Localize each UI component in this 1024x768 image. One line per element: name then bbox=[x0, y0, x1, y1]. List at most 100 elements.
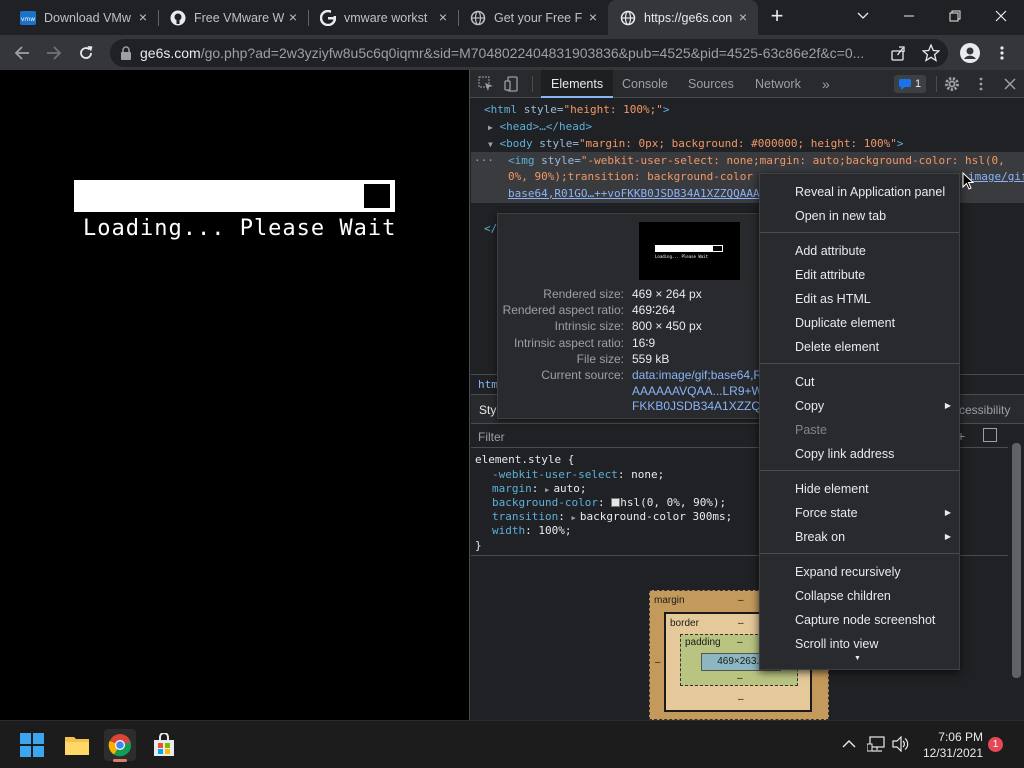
bookmark-button[interactable] bbox=[921, 43, 941, 65]
tab-sources[interactable]: Sources bbox=[678, 70, 744, 98]
tab-network[interactable]: Network bbox=[745, 70, 811, 98]
menu-capture-node-screenshot[interactable]: Capture node screenshot bbox=[760, 608, 959, 632]
url-path: /go.php?ad=2w3yziyfw8u5c6q0iqmr&sid=M704… bbox=[200, 45, 865, 61]
tooltip-value: 469∶264 bbox=[632, 303, 676, 317]
dom-line-body[interactable]: ▼ <body style="margin: 0px; background: … bbox=[488, 137, 903, 150]
tab-ge6s-active[interactable]: https://ge6s.con × bbox=[608, 0, 758, 35]
menu-scroll-into-view[interactable]: Scroll into view bbox=[760, 632, 959, 656]
toggle-sidebar-icon[interactable] bbox=[983, 428, 997, 442]
dom-src-link[interactable]: base64,R01GO…++voFKKB0JSDB34A1XZZQQAAA bbox=[508, 187, 760, 200]
close-icon[interactable]: × bbox=[136, 10, 150, 24]
menu-copy[interactable]: Copy ▶ bbox=[760, 394, 959, 418]
ellipsis-icon[interactable]: ··· bbox=[474, 154, 494, 167]
menu-duplicate-element[interactable]: Duplicate element bbox=[760, 311, 959, 335]
dom-line-img-cont[interactable]: 0%, 90%);transition: background-color bbox=[508, 170, 753, 183]
chrome-taskbar-button[interactable] bbox=[104, 729, 136, 762]
inspect-element-button[interactable] bbox=[478, 76, 494, 92]
breadcrumb[interactable]: htm bbox=[478, 378, 498, 391]
tab-vmware-workstation-search[interactable]: vmware workst × bbox=[308, 0, 458, 35]
devtools-close-button[interactable] bbox=[1002, 76, 1018, 92]
menu-hide-element[interactable]: Hide element bbox=[760, 477, 959, 501]
devtools-settings-button[interactable] bbox=[944, 76, 960, 92]
devtools-menu-button[interactable] bbox=[973, 76, 989, 92]
store-button[interactable] bbox=[148, 729, 180, 761]
tab-search-button[interactable] bbox=[840, 0, 886, 32]
close-icon[interactable]: × bbox=[736, 10, 750, 24]
dom-line-img[interactable]: <img style="-webkit-user-select: none;ma… bbox=[508, 154, 1005, 167]
share-button[interactable] bbox=[890, 45, 906, 64]
box-model-label: margin bbox=[654, 595, 685, 606]
dom-value: 0%, 90%);transition: background-color bbox=[508, 170, 754, 183]
css-prop-value: 100%; bbox=[538, 524, 572, 537]
submenu-arrow-icon: ▶ bbox=[944, 532, 951, 541]
start-button[interactable] bbox=[16, 729, 48, 761]
tab-download-vmware[interactable]: vmw Download VMw × bbox=[8, 0, 158, 35]
css-prop-margin[interactable]: margin: ▶ auto; bbox=[492, 482, 587, 495]
menu-collapse-children[interactable]: Collapse children bbox=[760, 584, 959, 608]
styles-scrollbar[interactable] bbox=[1009, 425, 1024, 720]
filter-input[interactable]: Filter bbox=[478, 430, 505, 444]
tab-title: Free VMware W bbox=[194, 10, 284, 25]
back-button[interactable] bbox=[8, 39, 36, 67]
css-prop-transition[interactable]: transition: ▶ background-color 300ms; bbox=[492, 510, 732, 523]
menu-separator bbox=[760, 470, 959, 471]
menu-cut[interactable]: Cut bbox=[760, 370, 959, 394]
tab-accessibility[interactable]: cessibility bbox=[959, 403, 1010, 417]
close-icon[interactable]: × bbox=[436, 10, 450, 24]
notification-badge[interactable]: 1 bbox=[988, 737, 1003, 752]
reload-icon bbox=[80, 46, 93, 59]
menu-edit-attribute[interactable]: Edit attribute bbox=[760, 263, 959, 287]
new-tab-button[interactable]: + bbox=[760, 0, 794, 32]
file-explorer-button[interactable] bbox=[61, 729, 93, 761]
dom-line-html[interactable]: <html style="height: 100%;"> bbox=[484, 103, 669, 116]
menu-add-attribute[interactable]: Add attribute bbox=[760, 239, 959, 263]
expand-arrow-icon[interactable]: ▶ bbox=[488, 123, 493, 132]
collapse-arrow-icon[interactable]: ▼ bbox=[488, 140, 493, 149]
menu-expand-recursively[interactable]: Expand recursively bbox=[760, 560, 959, 584]
forward-button[interactable] bbox=[40, 39, 68, 67]
dom-attr: style= bbox=[517, 103, 564, 116]
reload-button[interactable] bbox=[72, 39, 100, 67]
css-prop-background-color[interactable]: background-color: hsl(0, 0%, 90%); bbox=[492, 496, 726, 509]
issues-badge[interactable]: 1 bbox=[894, 75, 926, 93]
color-swatch[interactable] bbox=[611, 498, 621, 507]
clock-button[interactable]: 7:06 PM 12/31/2021 bbox=[918, 729, 983, 761]
dom-tag: <img bbox=[508, 154, 535, 167]
menu-break-on[interactable]: Break on ▶ bbox=[760, 525, 959, 549]
close-icon[interactable]: × bbox=[586, 10, 600, 24]
dom-src-link[interactable]: image/gif; bbox=[968, 170, 1024, 183]
profile-button[interactable] bbox=[956, 39, 984, 67]
loading-bar-image bbox=[74, 180, 395, 212]
tab-get-your-free[interactable]: Get your Free F × bbox=[458, 0, 608, 35]
close-window-button[interactable] bbox=[978, 0, 1024, 32]
menu-copy-link-address[interactable]: Copy link address bbox=[760, 442, 959, 466]
more-tabs-button[interactable]: » bbox=[812, 70, 840, 98]
css-prop-name: -webkit-user-select bbox=[492, 468, 618, 481]
address-bar[interactable]: ge6s.com/go.php?ad=2w3yziyfw8u5c6q0iqmr&… bbox=[110, 39, 948, 67]
device-toolbar-button[interactable] bbox=[504, 76, 520, 92]
menu-scroll-down-icon[interactable]: ▼ bbox=[854, 655, 861, 662]
menu-open-in-new-tab[interactable]: Open in new tab bbox=[760, 204, 959, 228]
tray-overflow-button[interactable] bbox=[842, 738, 856, 752]
menu-reveal-in-application-panel[interactable]: Reveal in Application panel bbox=[760, 180, 959, 204]
arrow-right-icon bbox=[47, 46, 62, 60]
restore-button[interactable] bbox=[932, 0, 978, 32]
volume-button[interactable] bbox=[892, 735, 910, 755]
css-prop-user-select[interactable]: -webkit-user-select: none; bbox=[492, 468, 664, 481]
tab-styles[interactable]: Styl bbox=[479, 403, 499, 417]
tab-console[interactable]: Console bbox=[612, 70, 678, 98]
minimize-button[interactable] bbox=[886, 0, 932, 32]
browser-menu-button[interactable] bbox=[988, 39, 1016, 67]
close-icon[interactable]: × bbox=[286, 10, 300, 24]
tab-elements[interactable]: Elements bbox=[541, 70, 614, 98]
tooltip-key: Rendered aspect ratio: bbox=[502, 303, 624, 317]
scrollbar-thumb[interactable] bbox=[1012, 443, 1021, 678]
dom-line-head[interactable]: ▶ <head>…</head> bbox=[488, 120, 592, 133]
dom-line-close[interactable]: </ bbox=[484, 222, 497, 235]
menu-force-state[interactable]: Force state ▶ bbox=[760, 501, 959, 525]
network-button[interactable] bbox=[866, 736, 885, 755]
menu-delete-element[interactable]: Delete element bbox=[760, 335, 959, 359]
menu-edit-as-html[interactable]: Edit as HTML bbox=[760, 287, 959, 311]
tab-free-vmware[interactable]: Free VMware W × bbox=[158, 0, 308, 35]
css-prop-width[interactable]: width: 100%; bbox=[492, 524, 572, 537]
